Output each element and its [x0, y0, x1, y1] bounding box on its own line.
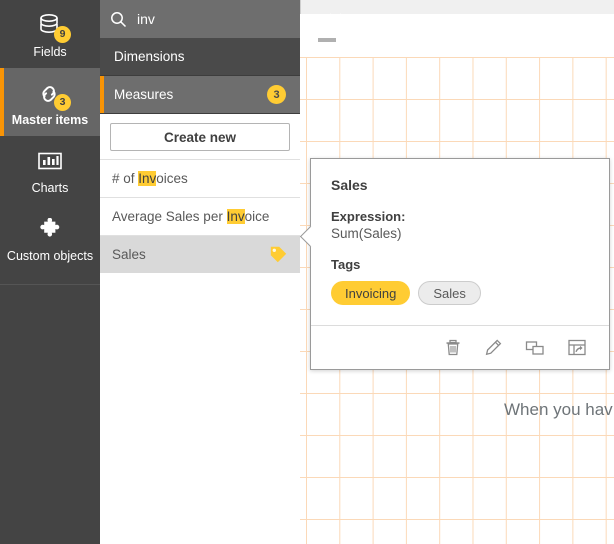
search-icon: [110, 11, 127, 28]
rail-item-label: Fields: [33, 45, 66, 59]
create-new-wrap: Create new: [100, 114, 300, 159]
rail-item-label: Charts: [32, 181, 69, 195]
duplicate-icon[interactable]: [523, 336, 547, 359]
bar-chart-icon: [31, 146, 69, 176]
puzzle-piece-icon: [31, 214, 69, 244]
rail-item-label: Custom objects: [7, 249, 93, 263]
measures-count-badge: 3: [267, 85, 286, 104]
asset-rail: 9 Fields 3 Master items: [0, 0, 100, 544]
tag-pill-sales[interactable]: Sales: [418, 281, 481, 305]
list-item[interactable]: # of Invoices: [100, 159, 300, 197]
measure-detail-popover: Sales Expression: Sum(Sales) Tags Invoic…: [310, 158, 610, 370]
section-label: Dimensions: [114, 49, 185, 64]
tags-label: Tags: [331, 257, 589, 272]
delete-icon[interactable]: [442, 336, 464, 359]
master-items-count-badge: 3: [54, 94, 71, 111]
list-item[interactable]: Average Sales per Invoice: [100, 197, 300, 235]
tag-pill-invoicing[interactable]: Invoicing: [331, 281, 410, 305]
sheet-title-placeholder: [318, 38, 336, 42]
rail-item-custom-objects[interactable]: Custom objects: [0, 204, 100, 272]
close-icon[interactable]: [328, 12, 343, 27]
search-match: Inv: [138, 171, 156, 186]
tags-row: Invoicing Sales: [331, 281, 589, 305]
search-match: Inv: [227, 209, 245, 224]
list-item-label: Sales: [112, 247, 146, 262]
measure-list: # of Invoices Average Sales per Invoice …: [100, 159, 300, 273]
popover-title: Sales: [331, 177, 589, 193]
edit-pencil-icon[interactable]: [482, 336, 505, 359]
database-icon: 9: [31, 10, 69, 40]
search-input[interactable]: [137, 11, 318, 27]
asset-panel: Dimensions Measures 3 Create new # of In…: [100, 0, 300, 544]
rail-divider: [0, 284, 100, 285]
expression-value: Sum(Sales): [331, 226, 589, 241]
canvas-top-strip: [300, 0, 614, 14]
tag-icon: [269, 245, 288, 264]
popover-actions: [311, 325, 609, 369]
canvas-hint-text: When you hav: [504, 400, 613, 420]
add-to-sheet-icon[interactable]: [565, 336, 589, 359]
expression-label: Expression:: [331, 209, 589, 224]
list-item-sales[interactable]: Sales: [100, 235, 300, 273]
section-label: Measures: [114, 87, 173, 102]
link-icon: 3: [31, 78, 69, 108]
rail-item-label: Master items: [12, 113, 88, 127]
rail-item-fields[interactable]: 9 Fields: [0, 0, 100, 68]
fields-count-badge: 9: [54, 26, 71, 43]
app-root: 9 Fields 3 Master items: [0, 0, 614, 544]
rail-item-master-items[interactable]: 3 Master items: [0, 68, 100, 136]
section-dimensions[interactable]: Dimensions: [100, 38, 300, 76]
list-item-label: # of Invoices: [112, 171, 188, 186]
create-new-button[interactable]: Create new: [110, 123, 290, 151]
section-measures[interactable]: Measures 3: [100, 76, 300, 114]
list-item-label: Average Sales per Invoice: [112, 209, 269, 224]
popover-body: Sales Expression: Sum(Sales) Tags Invoic…: [311, 159, 609, 325]
search-bar: [100, 0, 300, 38]
rail-item-charts[interactable]: Charts: [0, 136, 100, 204]
